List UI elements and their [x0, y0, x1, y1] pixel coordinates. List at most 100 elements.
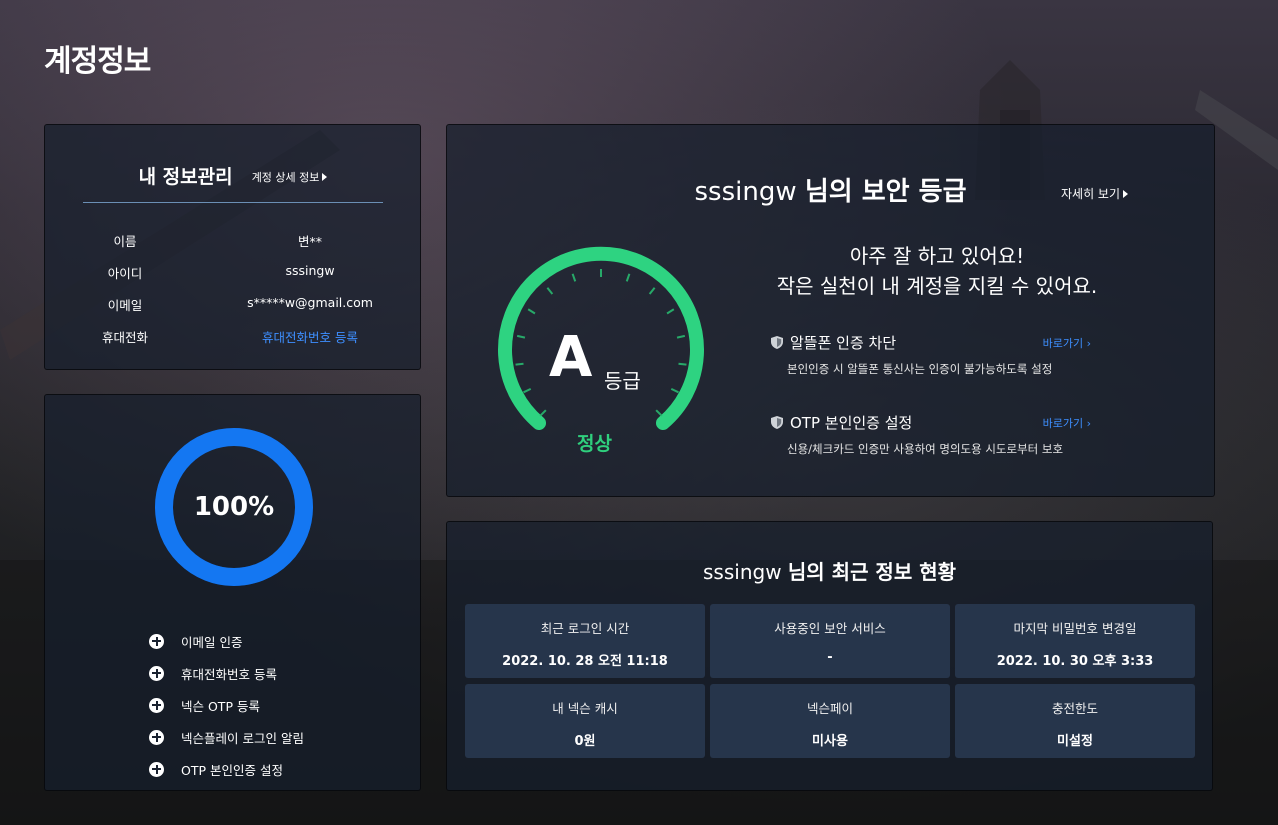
id-value: sssingw: [285, 263, 335, 278]
mvno-block-shortcut[interactable]: 바로가기 ›: [1043, 335, 1091, 351]
gauge-tick: [571, 273, 577, 282]
cell-label: 마지막 비밀번호 변경일: [1013, 621, 1137, 636]
plus-circle-icon: [149, 761, 164, 777]
cell-value: 0원: [574, 734, 596, 749]
gauge-tick: [523, 387, 532, 394]
grade-letter: A: [549, 325, 593, 390]
gauge-tick: [625, 273, 631, 282]
security-message-line1: 아주 잘 하고 있어요!: [849, 244, 1025, 268]
recent-info-grid: 최근 로그인 시간 2022. 10. 28 오전 11:18 사용중인 보안 서…: [465, 604, 1196, 758]
recent-username: sssingw: [703, 560, 782, 584]
gauge-tick: [515, 362, 524, 366]
arrow-right-icon: [1123, 190, 1128, 198]
otp-auth-shortcut[interactable]: 바로가기 ›: [1043, 415, 1091, 431]
todo-label: 넥슨플레이 로그인 알림: [181, 730, 304, 746]
recent-info-panel: sssingw 님의 최근 정보 현황 최근 로그인 시간 2022. 10. 2…: [446, 521, 1213, 791]
security-grade-panel: sssingw 님의 보안 등급 자세히 보기 A 등급 정상 아주 잘 하고 …: [446, 124, 1215, 497]
security-username: sssingw: [694, 177, 797, 207]
recent-cell-password-changed: 마지막 비밀번호 변경일 2022. 10. 30 오후 3:33: [955, 604, 1195, 678]
security-item-head: OTP 본인인증 설정 바로가기 ›: [771, 411, 1091, 433]
security-progress-panel: 100% 이메일 인증 휴대전화번호 등록 넥슨 OTP 등록 넥슨플레이 로그…: [44, 394, 421, 791]
account-detail-link[interactable]: 계정 상세 정보: [252, 169, 328, 185]
recent-info-title: sssingw 님의 최근 정보 현황: [447, 556, 1212, 585]
shield-icon: [771, 335, 783, 349]
todo-nexonplay-alert[interactable]: 넥슨플레이 로그인 알림: [149, 721, 304, 753]
security-item-desc: 신용/체크카드 인증만 사용하여 명의도용 시도로부터 보호: [787, 442, 1064, 456]
security-item-desc: 본인인증 시 알뜰폰 통신사는 인증이 불가능하도록 설정: [787, 362, 1053, 376]
security-todo-list: 이메일 인증 휴대전화번호 등록 넥슨 OTP 등록 넥슨플레이 로그인 알림 …: [149, 625, 304, 785]
cell-label: 충전한도: [1051, 701, 1098, 716]
security-more-label: 자세히 보기: [1060, 187, 1120, 201]
plus-circle-icon: [149, 633, 164, 649]
security-item-otp-auth: OTP 본인인증 설정 바로가기 › 신용/체크카드 인증만 사용하여 명의도용…: [771, 411, 1091, 457]
todo-phone-register[interactable]: 휴대전화번호 등록: [149, 657, 304, 689]
shortcut-label: 바로가기: [1042, 417, 1084, 430]
name-value: 변**: [297, 234, 322, 249]
cell-label: 사용중인 보안 서비스: [774, 621, 886, 636]
shortcut-label: 바로가기: [1042, 337, 1084, 350]
my-info-title: 내 정보관리: [138, 166, 233, 188]
gauge-tick: [539, 409, 547, 417]
todo-label: 휴대전화번호 등록: [181, 666, 277, 682]
account-detail-label: 계정 상세 정보: [251, 171, 320, 184]
email-label: 이메일: [107, 298, 143, 313]
gauge-tick: [516, 334, 526, 339]
cell-value: 미설정: [1057, 734, 1093, 749]
email-value: s*****w@gmail.com: [247, 295, 373, 310]
name-label: 이름: [113, 234, 137, 249]
my-info-header: 내 정보관리 계정 상세 정보: [83, 155, 383, 203]
grade-unit: 등급: [604, 369, 641, 393]
plus-circle-icon: [149, 729, 164, 745]
todo-otp-register[interactable]: 넥슨 OTP 등록: [149, 689, 304, 721]
security-message: 아주 잘 하고 있어요! 작은 실천이 내 계정을 지킬 수 있어요.: [747, 241, 1127, 301]
my-info-rows: 이름 변** 아이디 sssingw 이메일 s*****w@gmail.com…: [45, 231, 420, 359]
security-more-link[interactable]: 자세히 보기: [1061, 185, 1128, 202]
shield-icon: [771, 415, 783, 429]
recent-cell-charge-limit: 충전한도미설정: [955, 684, 1195, 758]
cell-label: 넥슨페이: [806, 701, 853, 716]
progress-ring: 100%: [154, 427, 314, 587]
gauge-tick: [527, 308, 536, 315]
gauge-tick: [546, 287, 554, 295]
todo-label: 이메일 인증: [181, 634, 243, 650]
gauge-tick: [655, 409, 663, 417]
security-title-suffix: 님의 보안 등급: [804, 177, 967, 207]
recent-cell-security-service: 사용중인 보안 서비스 -: [710, 604, 950, 678]
cell-value: 2022. 10. 28 오전 11:18: [502, 654, 668, 669]
phone-label: 휴대전화: [101, 330, 148, 345]
page-title: 계정정보: [44, 44, 151, 79]
info-row-email: 이메일 s*****w@gmail.com: [45, 295, 420, 327]
progress-percent: 100%: [193, 492, 275, 522]
info-row-id: 아이디 sssingw: [45, 263, 420, 295]
plus-circle-icon: [149, 697, 164, 713]
recent-title-suffix: 님의 최근 정보 현황: [787, 560, 956, 584]
plus-circle-icon: [149, 665, 164, 681]
grade-status: 정상: [577, 433, 612, 455]
gauge-tick: [666, 308, 675, 315]
security-gauge: [498, 246, 704, 430]
my-info-panel: 내 정보관리 계정 상세 정보 이름 변** 아이디 sssingw 이메일 s…: [44, 124, 421, 370]
id-label: 아이디: [107, 266, 143, 281]
cell-label: 내 넥슨 캐시: [552, 701, 618, 716]
gauge-tick: [678, 362, 687, 366]
recent-cell-nexon-pay: 넥슨페이미사용: [710, 684, 950, 758]
cell-value: 2022. 10. 30 오후 3:33: [996, 654, 1154, 669]
register-phone-link[interactable]: 휴대전화번호 등록: [245, 327, 375, 346]
recent-cell-last-login: 최근 로그인 시간 2022. 10. 28 오전 11:18: [465, 604, 705, 678]
todo-label: OTP 본인인증 설정: [181, 762, 283, 778]
todo-email-verify[interactable]: 이메일 인증: [149, 625, 304, 657]
cell-label: 최근 로그인 시간: [540, 621, 630, 636]
arrow-right-icon: [322, 173, 328, 181]
security-message-line2: 작은 실천이 내 계정을 지킬 수 있어요.: [776, 274, 1098, 298]
security-item-title: OTP 본인인증 설정: [790, 413, 913, 432]
cell-value: -: [827, 650, 833, 665]
info-row-name: 이름 변**: [45, 231, 420, 263]
gauge-tick: [648, 287, 656, 295]
security-item-head: 알뜰폰 인증 차단 바로가기 ›: [771, 331, 1091, 353]
todo-label: 넥슨 OTP 등록: [181, 698, 260, 714]
cell-value: 미사용: [812, 734, 848, 749]
todo-otp-auth[interactable]: OTP 본인인증 설정: [149, 753, 304, 785]
gauge-tick: [676, 334, 686, 339]
info-row-phone: 휴대전화 휴대전화번호 등록: [45, 327, 420, 359]
recent-cell-nexon-cash: 내 넥슨 캐시 0원: [465, 684, 705, 758]
